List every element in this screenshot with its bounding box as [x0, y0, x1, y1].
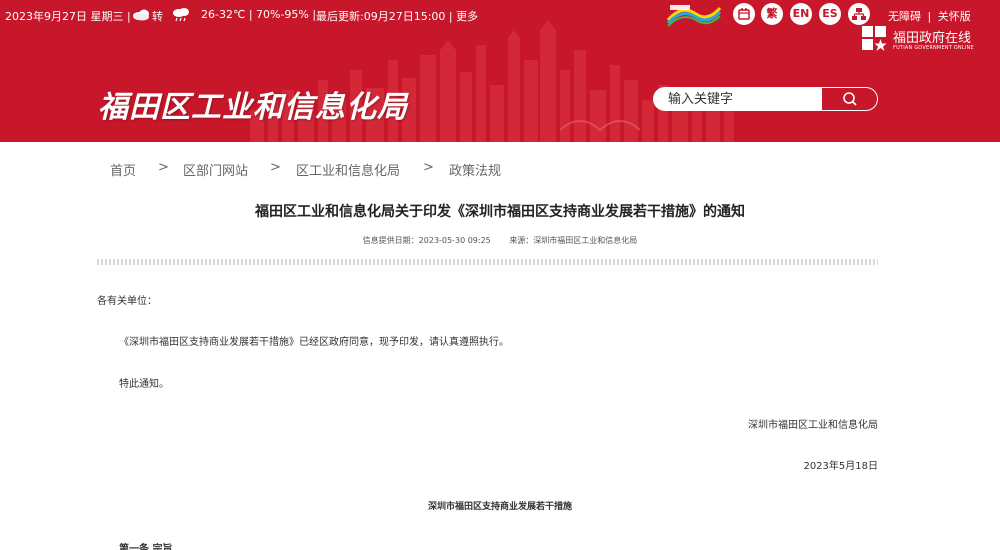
breadcrumb-department-sites[interactable]: 区部门网站: [183, 160, 248, 179]
temperature-humidity: 26-32℃ | 70%-95% |: [201, 8, 317, 21]
rain-cloud-icon: [173, 8, 189, 22]
article-meta: 信息提供日期：2023-05-30 09:25 来源：深圳市福田区工业和信息化局: [0, 235, 1000, 246]
accessibility-link[interactable]: 无障碍: [888, 10, 921, 23]
article-source: 来源：深圳市福田区工业和信息化局: [509, 236, 638, 245]
spanish-button[interactable]: ES: [819, 3, 841, 25]
breadcrumb-bureau[interactable]: 区工业和信息化局: [296, 160, 400, 179]
site-header: 2023年9月27日 星期三 | 转 26-32℃ | 70%-95% | 最后…: [0, 0, 1000, 142]
search-input[interactable]: [654, 88, 822, 110]
traditional-chinese-button[interactable]: 繁: [761, 3, 783, 25]
site-title[interactable]: 福田区工业和信息化局: [98, 82, 408, 126]
english-button[interactable]: EN: [790, 3, 812, 25]
futian-government-logo[interactable]: 福田政府在线 FUTIAN GOVERNMENT ONLINE: [862, 26, 992, 54]
breadcrumb-separator: >: [158, 160, 169, 175]
article-section-heading: 第一条 宗旨: [119, 544, 173, 550]
article-sign-date: 2023年5月18日: [803, 461, 878, 472]
ribbon-logo: [666, 5, 722, 27]
search-button[interactable]: [822, 88, 877, 110]
current-date: 2023年9月27日 星期三 |: [5, 10, 131, 23]
breadcrumb-separator: >: [423, 160, 434, 175]
top-info-bar: 2023年9月27日 星期三 | 转 26-32℃ | 70%-95% | 最后…: [0, 0, 1000, 30]
accessibility-links: 无障碍 | 关怀版: [888, 8, 971, 24]
gov-logo-subtitle: FUTIAN GOVERNMENT ONLINE: [893, 45, 974, 51]
link-separator: |: [927, 10, 932, 23]
breadcrumb-separator: >: [270, 160, 281, 175]
government-logo-icon: [862, 26, 887, 51]
article-closing: 特此通知。: [119, 379, 169, 390]
search-box: [653, 87, 878, 111]
breadcrumb-policies[interactable]: 政策法规: [449, 160, 501, 179]
article-divider: [97, 259, 878, 265]
calendar-icon[interactable]: [733, 3, 755, 25]
weather-description: 转: [152, 10, 163, 23]
search-icon: [843, 92, 857, 106]
article-subheading: 深圳市福田区支持商业发展若干措施: [427, 502, 572, 512]
gov-logo-title: 福田政府在线: [893, 31, 972, 46]
article-title: 福田区工业和信息化局关于印发《深圳市福田区支持商业发展若干措施》的通知: [255, 204, 745, 220]
elderly-mode-link[interactable]: 关怀版: [938, 10, 971, 23]
article-signature: 深圳市福田区工业和信息化局: [748, 420, 878, 431]
cloud-icon: [133, 9, 149, 21]
sitemap-icon[interactable]: [848, 3, 870, 25]
last-update-link[interactable]: 最后更新:09月27日15:00 | 更多: [316, 8, 478, 24]
article-salutation: 各有关单位：: [97, 296, 157, 307]
breadcrumb-home[interactable]: 首页: [110, 160, 136, 179]
article-paragraph: 《深圳市福田区支持商业发展若干措施》已经区政府同意，现予印发，请认真遵照执行。: [119, 337, 509, 348]
article-publish-date: 信息提供日期：2023-05-30 09:25: [362, 236, 491, 245]
